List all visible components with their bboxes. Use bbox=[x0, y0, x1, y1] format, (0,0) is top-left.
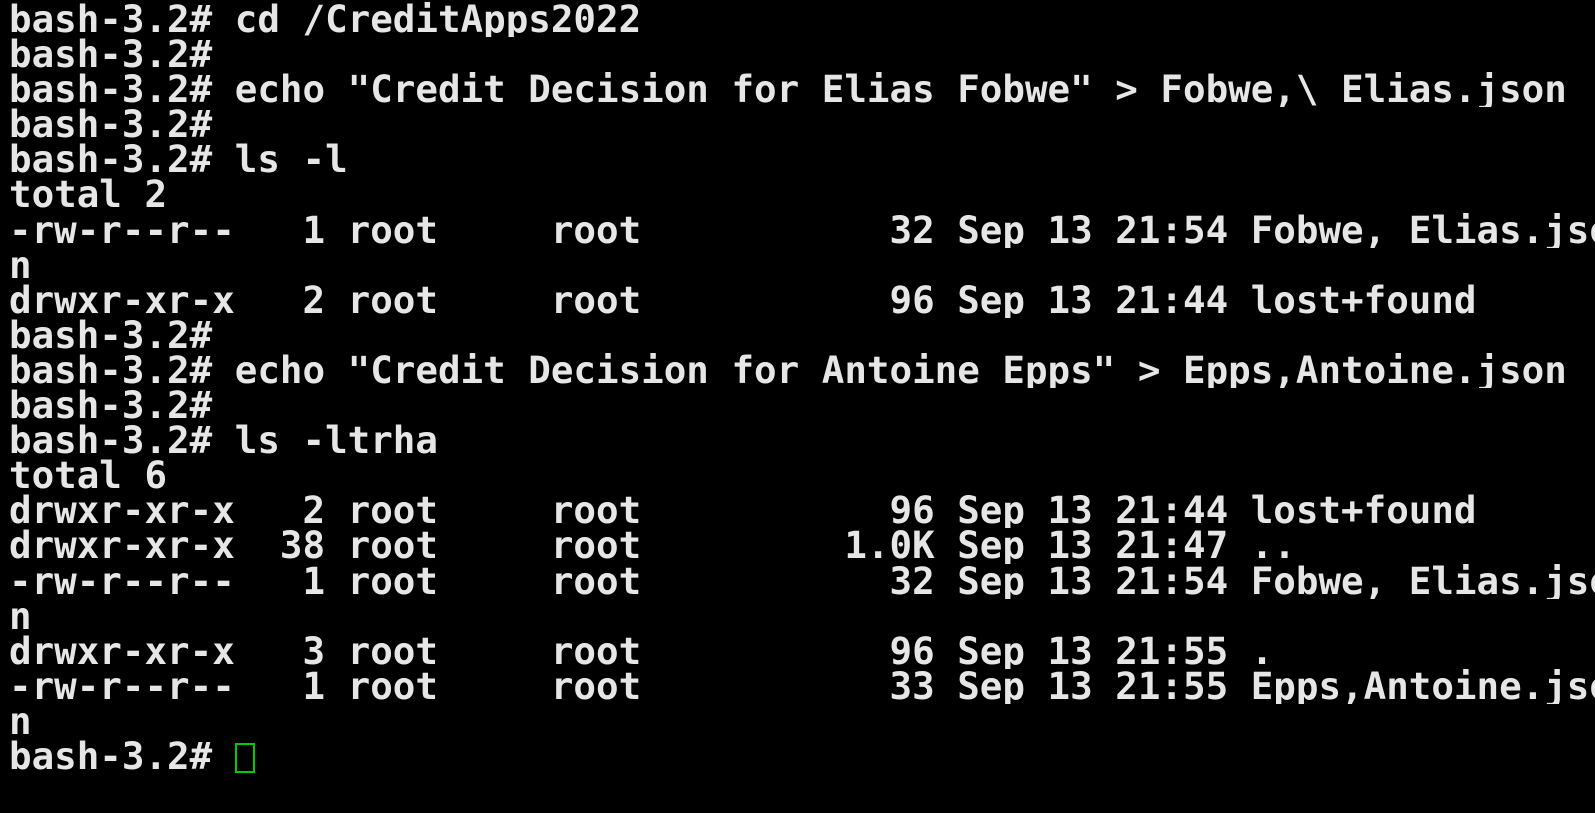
terminal-line: n bbox=[9, 598, 32, 634]
shell-prompt: bash-3.2# bbox=[9, 738, 235, 775]
terminal-line: bash-3.2# bbox=[9, 37, 213, 73]
terminal-line: n bbox=[9, 703, 32, 739]
terminal-line: drwxr-xr-x 3 root root 96 Sep 13 21:55 . bbox=[9, 633, 1274, 669]
terminal-input-line[interactable]: bash-3.2# bbox=[9, 739, 1595, 774]
terminal-line: n bbox=[9, 247, 32, 283]
terminal-line: -rw-r--r-- 1 root root 32 Sep 13 21:54 F… bbox=[9, 563, 1595, 599]
terminal-line: -rw-r--r-- 1 root root 32 Sep 13 21:54 F… bbox=[9, 212, 1595, 248]
terminal-line: bash-3.2# bbox=[9, 388, 213, 424]
terminal-line: bash-3.2# echo "Credit Decision for Anto… bbox=[9, 352, 1567, 389]
terminal-line: bash-3.2# echo "Credit Decision for Elia… bbox=[9, 72, 1567, 108]
terminal-line: total 2 bbox=[9, 177, 168, 213]
terminal-window[interactable]: bash-3.2# cd /CreditApps2022 bash-3.2# b… bbox=[0, 0, 1595, 813]
terminal-line: total 6 bbox=[9, 458, 168, 494]
terminal-line: bash-3.2# ls -ltrha bbox=[9, 423, 438, 459]
terminal-line: bash-3.2# ls -l bbox=[9, 142, 348, 178]
text-cursor[interactable] bbox=[234, 742, 255, 773]
terminal-line: drwxr-xr-x 38 root root 1.0K Sep 13 21:4… bbox=[9, 528, 1296, 564]
terminal-line: bash-3.2# bbox=[9, 317, 213, 353]
terminal-line: -rw-r--r-- 1 root root 33 Sep 13 21:55 E… bbox=[9, 668, 1595, 704]
terminal-line: bash-3.2# bbox=[9, 107, 213, 143]
terminal-line: bash-3.2# cd /CreditApps2022 bbox=[9, 2, 642, 38]
terminal-line: drwxr-xr-x 2 root root 96 Sep 13 21:44 l… bbox=[9, 282, 1477, 318]
terminal-line: drwxr-xr-x 2 root root 96 Sep 13 21:44 l… bbox=[9, 493, 1477, 529]
